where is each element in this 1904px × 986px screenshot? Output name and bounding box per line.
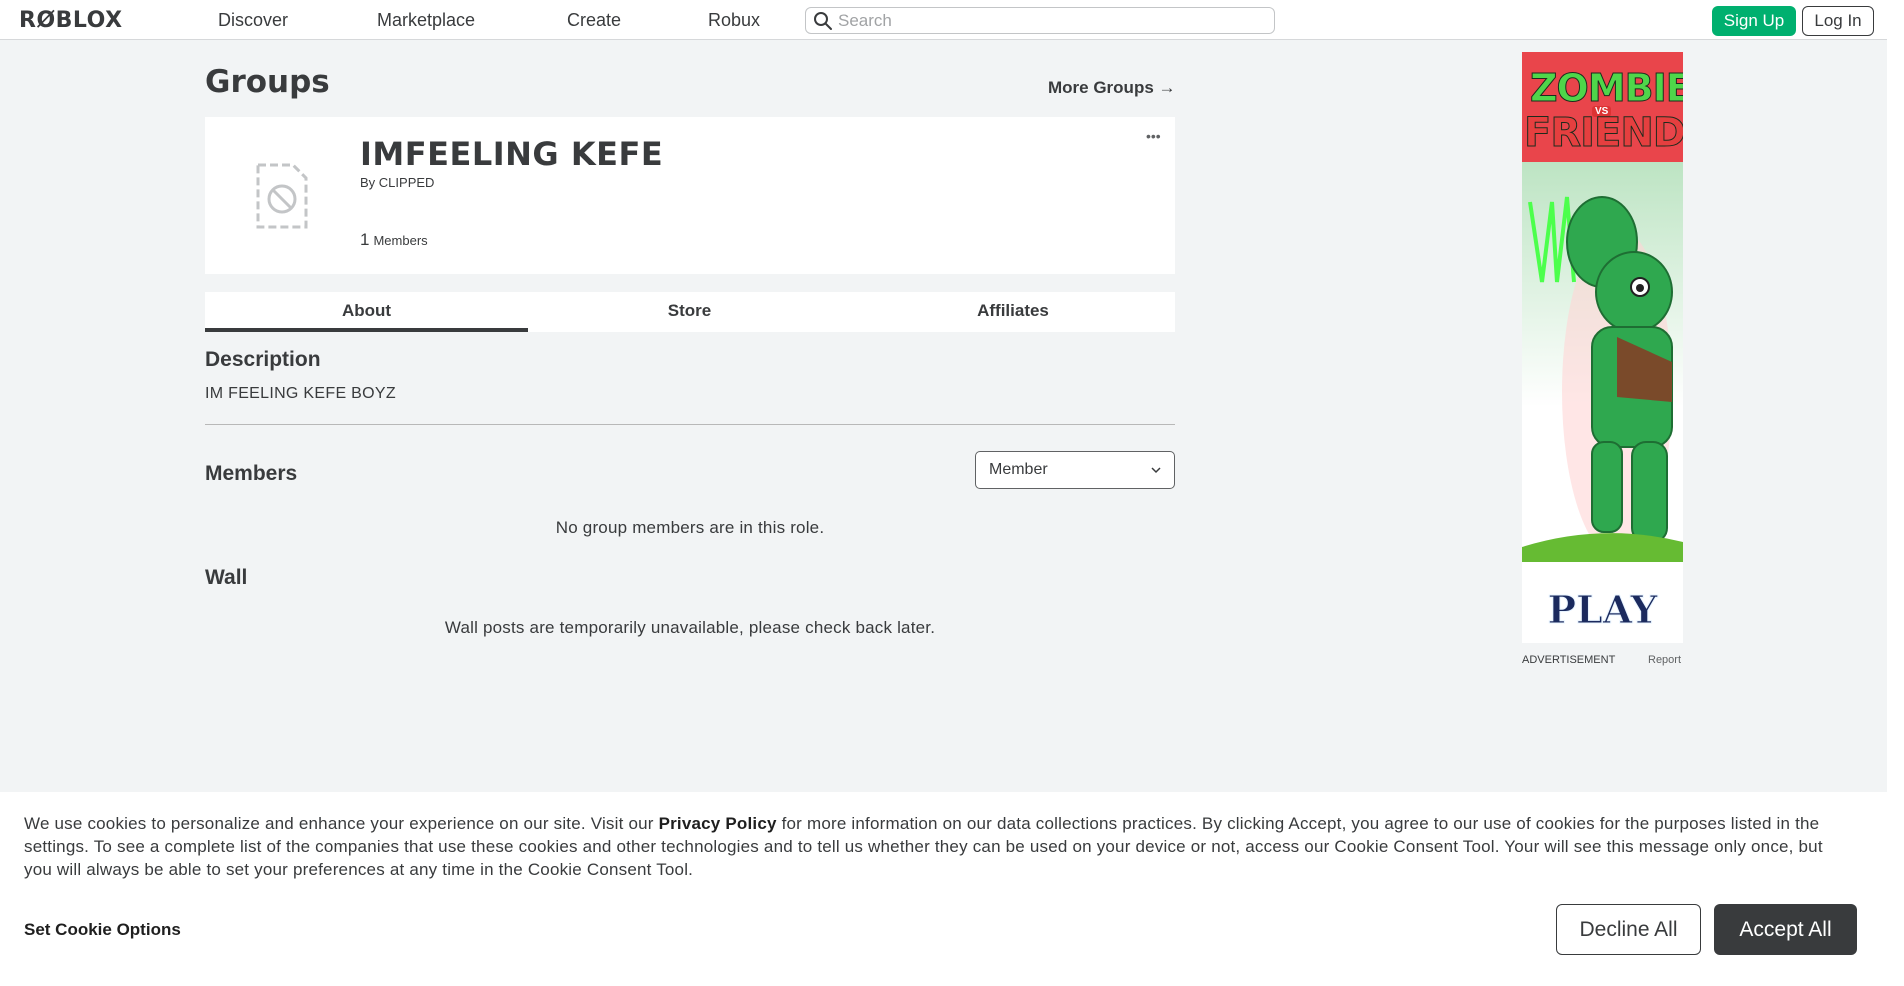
cookie-consent-banner: We use cookies to personalize and enhanc… (0, 792, 1887, 986)
group-owner: By CLIPPED (360, 175, 434, 190)
decline-all-button[interactable]: Decline All (1556, 904, 1701, 955)
advertisement-banner[interactable]: ZOMBIE VS FRIEND PLAY (1522, 52, 1683, 643)
more-options-icon[interactable]: ••• (1146, 128, 1161, 144)
role-dropdown-value: Member (989, 461, 1048, 478)
tab-store[interactable]: Store (528, 292, 851, 332)
cookie-text-intro: We use cookies to personalize and enhanc… (24, 814, 659, 833)
description-text: IM FEELING KEFE BOYZ (205, 385, 396, 402)
advertisement-label: ADVERTISEMENT (1522, 654, 1616, 666)
nav-discover-link[interactable]: Discover (218, 10, 288, 31)
sign-up-button[interactable]: Sign Up (1712, 6, 1796, 36)
wall-unavailable-message: Wall posts are temporarily unavailable, … (444, 618, 936, 637)
roblox-logo[interactable]: RØBLOX (19, 8, 123, 33)
more-groups-label: More Groups (1048, 78, 1154, 97)
owner-prefix: By (360, 175, 376, 190)
nav-create-link[interactable]: Create (567, 10, 621, 31)
set-cookie-options-link[interactable]: Set Cookie Options (24, 920, 181, 940)
cookie-consent-text: We use cookies to personalize and enhanc… (24, 812, 1844, 881)
group-name: IMFEELING KEFE (360, 135, 664, 173)
member-count-value: 1 (360, 230, 370, 249)
ad-title-line1: ZOMBIE (1530, 66, 1683, 111)
divider (205, 424, 1175, 425)
ad-play-cta[interactable]: PLAY (1522, 587, 1683, 633)
page-title: Groups (205, 64, 330, 100)
search-box (805, 7, 1275, 34)
nav-robux-link[interactable]: Robux (708, 10, 760, 31)
more-groups-link[interactable]: More Groups → (1048, 78, 1176, 98)
page-scrollbar[interactable] (1887, 0, 1904, 986)
ad-report-link[interactable]: Report (1648, 654, 1681, 666)
ad-zombie-character-image (1522, 196, 1683, 562)
description-heading: Description (205, 348, 321, 371)
group-emblem-placeholder-icon (256, 163, 308, 229)
ad-title-line2: FRIEND (1523, 110, 1683, 157)
nav-marketplace-link[interactable]: Marketplace (377, 10, 475, 31)
members-empty-message: No group members are in this role. (555, 518, 825, 537)
tab-affiliates[interactable]: Affiliates (851, 292, 1175, 332)
privacy-policy-link[interactable]: Privacy Policy (659, 814, 777, 833)
owner-link[interactable]: CLIPPED (379, 175, 435, 190)
role-dropdown[interactable]: Member (975, 451, 1175, 489)
chevron-down-icon (1151, 467, 1161, 474)
members-heading: Members (205, 462, 298, 485)
group-tabs: About Store Affiliates (205, 292, 1175, 332)
arrow-right-icon: → (1158, 78, 1176, 97)
group-member-count: 1 Members (360, 230, 428, 250)
log-in-button[interactable]: Log In (1802, 6, 1874, 36)
search-input[interactable] (838, 8, 1268, 33)
top-navigation-bar: RØBLOX Discover Marketplace Create Robux… (0, 0, 1887, 40)
wall-heading: Wall (205, 566, 248, 589)
search-icon[interactable] (813, 11, 833, 31)
group-header-card: IMFEELING KEFE By CLIPPED 1 Members ••• (205, 117, 1175, 274)
accept-all-button[interactable]: Accept All (1714, 904, 1857, 955)
ad-title-area: ZOMBIE VS FRIEND (1522, 52, 1683, 162)
tab-about[interactable]: About (205, 292, 528, 332)
member-count-label: Members (373, 233, 428, 248)
